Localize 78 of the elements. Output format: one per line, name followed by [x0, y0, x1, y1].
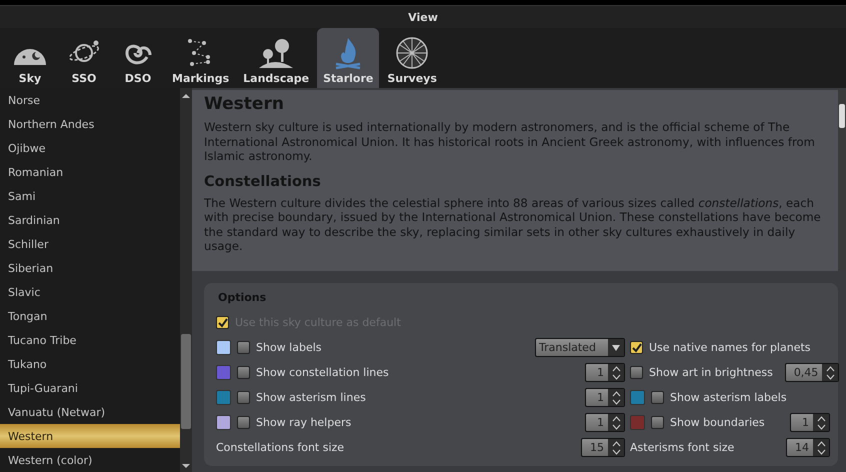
spin-box[interactable]: 1 — [585, 363, 625, 382]
spin-box[interactable]: 0,45 — [784, 363, 840, 382]
checkbox[interactable] — [237, 416, 250, 429]
section-heading: Constellations — [204, 174, 322, 190]
spin-arrows-icon — [612, 440, 620, 454]
list-item[interactable]: Tucano Tribe — [0, 328, 180, 352]
spin-box[interactable]: 1 — [790, 413, 830, 432]
spin-box[interactable]: 1 — [585, 388, 625, 407]
tab[interactable]: Landscape — [237, 28, 316, 88]
list-item[interactable]: Sardinian — [0, 208, 180, 232]
spin-arrows-icon — [816, 440, 826, 454]
option-label: Asterisms font size — [630, 441, 734, 454]
up-arrow-icon — [182, 92, 190, 100]
scrollbar-thumb[interactable] — [839, 104, 845, 128]
list-item[interactable]: Siberian — [0, 256, 180, 280]
option-label: Use native names for planets — [649, 341, 811, 354]
color-swatch[interactable] — [630, 390, 645, 405]
list-item[interactable]: Romanian — [0, 160, 180, 184]
down-arrow-icon — [182, 462, 190, 470]
option-label: Show boundaries — [670, 416, 765, 429]
list-item[interactable]: Vanuatu (Netwar) — [0, 400, 180, 424]
spin-arrows-icon — [612, 366, 620, 380]
checkbox[interactable] — [237, 391, 250, 404]
description-paragraph: Western sky culture is used internationally by modern astronomers, and is the official scheme of The International Astronomical Union. It has historical roots in Ancient Greek astronomy, with influences from Islamic astronomy. — [204, 120, 816, 164]
trees-icon — [257, 36, 296, 70]
list-item[interactable]: Western (color) — [0, 448, 180, 472]
option-label: Show art in brightness — [649, 366, 773, 379]
option-label: Show constellation lines — [256, 366, 389, 379]
color-swatch[interactable] — [630, 415, 645, 430]
color-swatch[interactable] — [216, 415, 231, 430]
list-item[interactable]: Ojibwe — [0, 136, 180, 160]
caret-icon — [612, 344, 620, 350]
list-item[interactable]: Tupi-Guarani — [0, 376, 180, 400]
checkbox[interactable] — [237, 366, 250, 379]
checkbox[interactable] — [630, 366, 643, 379]
description-paragraph: The Western culture divides the celestial sphere into 88 areas of various sizes called constellations, each with precise boundary, issued by the International Astronomical Union. These constellations have become the standard way to describe the sky, replacing similar sets in other sky cultures exhaustively in daily usage. — [204, 196, 822, 254]
checkbox[interactable] — [216, 316, 229, 329]
option-label: Constellations font size — [216, 441, 344, 454]
list-item[interactable]: Slavic — [0, 280, 180, 304]
color-swatch[interactable] — [216, 365, 231, 380]
spin-arrows-icon — [826, 366, 835, 380]
spin-arrows-icon — [816, 416, 826, 430]
tab[interactable]: SSO — [58, 28, 110, 88]
scrollbar[interactable] — [180, 88, 192, 472]
dropdown[interactable]: Translated — [535, 338, 625, 357]
option-label: Show ray helpers — [256, 416, 352, 429]
tab[interactable]: Markings — [166, 28, 236, 88]
checkbox[interactable] — [630, 341, 643, 354]
checkbox[interactable] — [237, 341, 250, 354]
checkbox[interactable] — [651, 391, 664, 404]
window-title: View — [408, 10, 438, 24]
checkbox[interactable] — [651, 416, 664, 429]
spin-box[interactable]: 14 — [786, 438, 830, 457]
scrollbar-thumb[interactable] — [181, 334, 191, 429]
spin-arrows-icon — [612, 390, 620, 404]
color-swatch[interactable] — [216, 390, 231, 405]
list-item[interactable]: Northern Andes — [0, 112, 180, 136]
culture-title: Western — [204, 94, 285, 114]
option-label: Show asterism lines — [256, 391, 366, 404]
tab[interactable]: Sky — [4, 28, 56, 88]
options-title: Options — [218, 291, 268, 304]
list-item[interactable]: Norse — [0, 88, 180, 112]
list-item[interactable]: Tukano — [0, 352, 180, 376]
list-item[interactable]: Sami — [0, 184, 180, 208]
scrollbar[interactable] — [838, 90, 846, 271]
spin-box[interactable]: 15 — [581, 438, 625, 457]
color-swatch[interactable] — [216, 340, 231, 355]
spin-box[interactable]: 1 — [585, 413, 625, 432]
option-label: Show asterism labels — [670, 391, 787, 404]
list-item[interactable]: Schiller — [0, 232, 180, 256]
spin-arrows-icon — [612, 416, 620, 430]
tab[interactable]: Starlore — [317, 28, 380, 88]
list-item[interactable]: Tongan — [0, 304, 180, 328]
tab[interactable]: Surveys — [381, 28, 443, 88]
option-label: Show labels — [256, 341, 322, 354]
dome-icon — [13, 48, 47, 66]
tab[interactable]: DSO — [112, 28, 164, 88]
list-item[interactable]: Western — [0, 424, 180, 448]
